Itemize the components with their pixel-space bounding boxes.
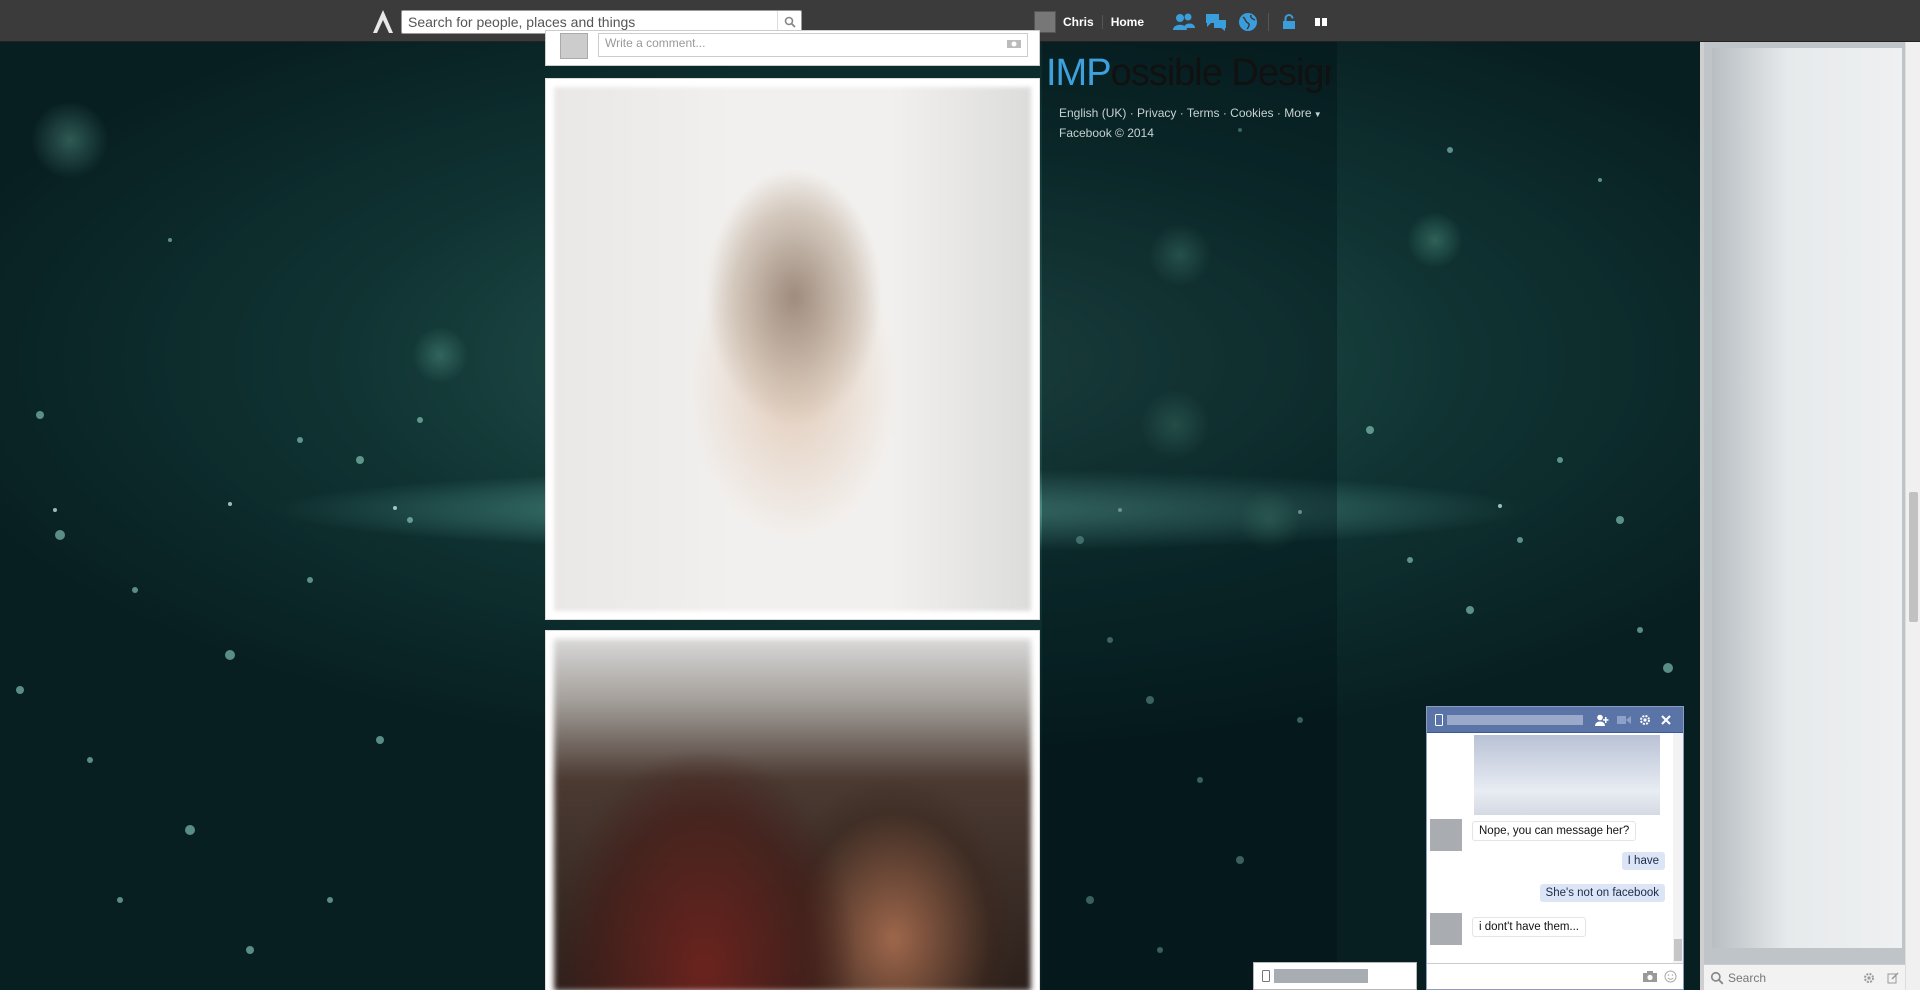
footer-link-more[interactable]: More: [1284, 106, 1311, 120]
close-icon[interactable]: [1661, 714, 1671, 725]
shared-image[interactable]: [1474, 735, 1660, 815]
chat-contact-name[interactable]: [1447, 714, 1583, 725]
privacy-lock-icon: [1283, 14, 1295, 29]
chat-conversation[interactable]: Nope, you can message her? I have She's …: [1427, 733, 1683, 965]
footer-link-language[interactable]: English (UK): [1059, 106, 1126, 120]
commenter-avatar: [560, 33, 588, 59]
notifications-globe-icon: [1239, 13, 1257, 31]
settings-icon: [1315, 18, 1327, 26]
minimized-chat-tab[interactable]: [1253, 962, 1417, 990]
chat-sidebar: Search: [1700, 42, 1909, 990]
friend-requests-icon: [1173, 13, 1195, 30]
chevron-down-icon: ▼: [1311, 110, 1322, 119]
post-photo[interactable]: [554, 639, 1031, 990]
avatar[interactable]: [1430, 819, 1462, 851]
message-incoming: Nope, you can message her?: [1472, 821, 1637, 841]
account-settings-button[interactable]: [1309, 11, 1333, 33]
comment-box: Write a comment...: [545, 30, 1040, 66]
footer-links: English (UK) · Privacy · Terms · Cookies…: [1059, 106, 1322, 120]
chat-window: Nope, you can message her? I have She's …: [1426, 706, 1684, 990]
chat-scrollbar-thumb[interactable]: [1674, 939, 1682, 961]
camera-icon[interactable]: [1643, 971, 1657, 982]
page-scrollbar-thumb[interactable]: [1909, 492, 1918, 622]
chat-sidebar-search[interactable]: Search: [1704, 964, 1909, 990]
footer-link-terms[interactable]: Terms: [1187, 106, 1220, 120]
footer-link-privacy[interactable]: Privacy: [1137, 106, 1176, 120]
toolbar-separator: [1268, 13, 1269, 31]
friend-requests-button[interactable]: [1172, 11, 1196, 33]
assassins-creed-logo-icon[interactable]: [371, 9, 395, 35]
avatar[interactable]: [1430, 913, 1462, 945]
right-column-overlay: [1042, 42, 1337, 990]
chat-search-input[interactable]: Search: [1728, 971, 1863, 985]
gear-icon[interactable]: [1863, 972, 1875, 984]
chat-header[interactable]: [1427, 707, 1683, 733]
brand-logo: IMPossible Design: [1046, 52, 1331, 94]
search-icon: [1710, 971, 1724, 984]
notifications-button[interactable]: [1236, 11, 1260, 33]
emoji-icon[interactable]: [1664, 970, 1677, 983]
mobile-icon: [1435, 713, 1443, 726]
feed-photo-post[interactable]: [545, 78, 1040, 620]
chat-scrollbar[interactable]: [1673, 733, 1683, 965]
home-link[interactable]: Home: [1103, 15, 1144, 29]
comment-input[interactable]: Write a comment...: [598, 33, 1028, 57]
chat-message-input[interactable]: [1427, 963, 1683, 989]
footer-copyright: Facebook © 2014: [1059, 126, 1154, 140]
message-outgoing: She's not on facebook: [1539, 884, 1665, 902]
post-photo[interactable]: [554, 87, 1031, 611]
footer-link-cookies[interactable]: Cookies: [1230, 106, 1273, 120]
privacy-shortcuts-button[interactable]: [1277, 11, 1301, 33]
camera-icon[interactable]: [1007, 38, 1021, 48]
message-outgoing: I have: [1621, 852, 1665, 870]
chat-contact-name[interactable]: [1274, 969, 1368, 983]
gear-icon[interactable]: [1639, 714, 1651, 726]
messages-icon: [1206, 14, 1226, 31]
messages-button[interactable]: [1204, 11, 1228, 33]
compose-icon[interactable]: [1887, 971, 1899, 984]
profile-link[interactable]: Chris: [1063, 15, 1103, 29]
online-friends-list[interactable]: [1712, 48, 1902, 948]
video-call-icon[interactable]: [1617, 715, 1631, 725]
add-friend-icon[interactable]: [1595, 714, 1609, 726]
message-incoming: i dont't have them...: [1472, 917, 1587, 937]
page-scrollbar[interactable]: [1905, 42, 1920, 990]
search-icon: [784, 16, 796, 28]
mobile-icon: [1262, 970, 1270, 982]
feed-photo-post[interactable]: [545, 630, 1040, 990]
